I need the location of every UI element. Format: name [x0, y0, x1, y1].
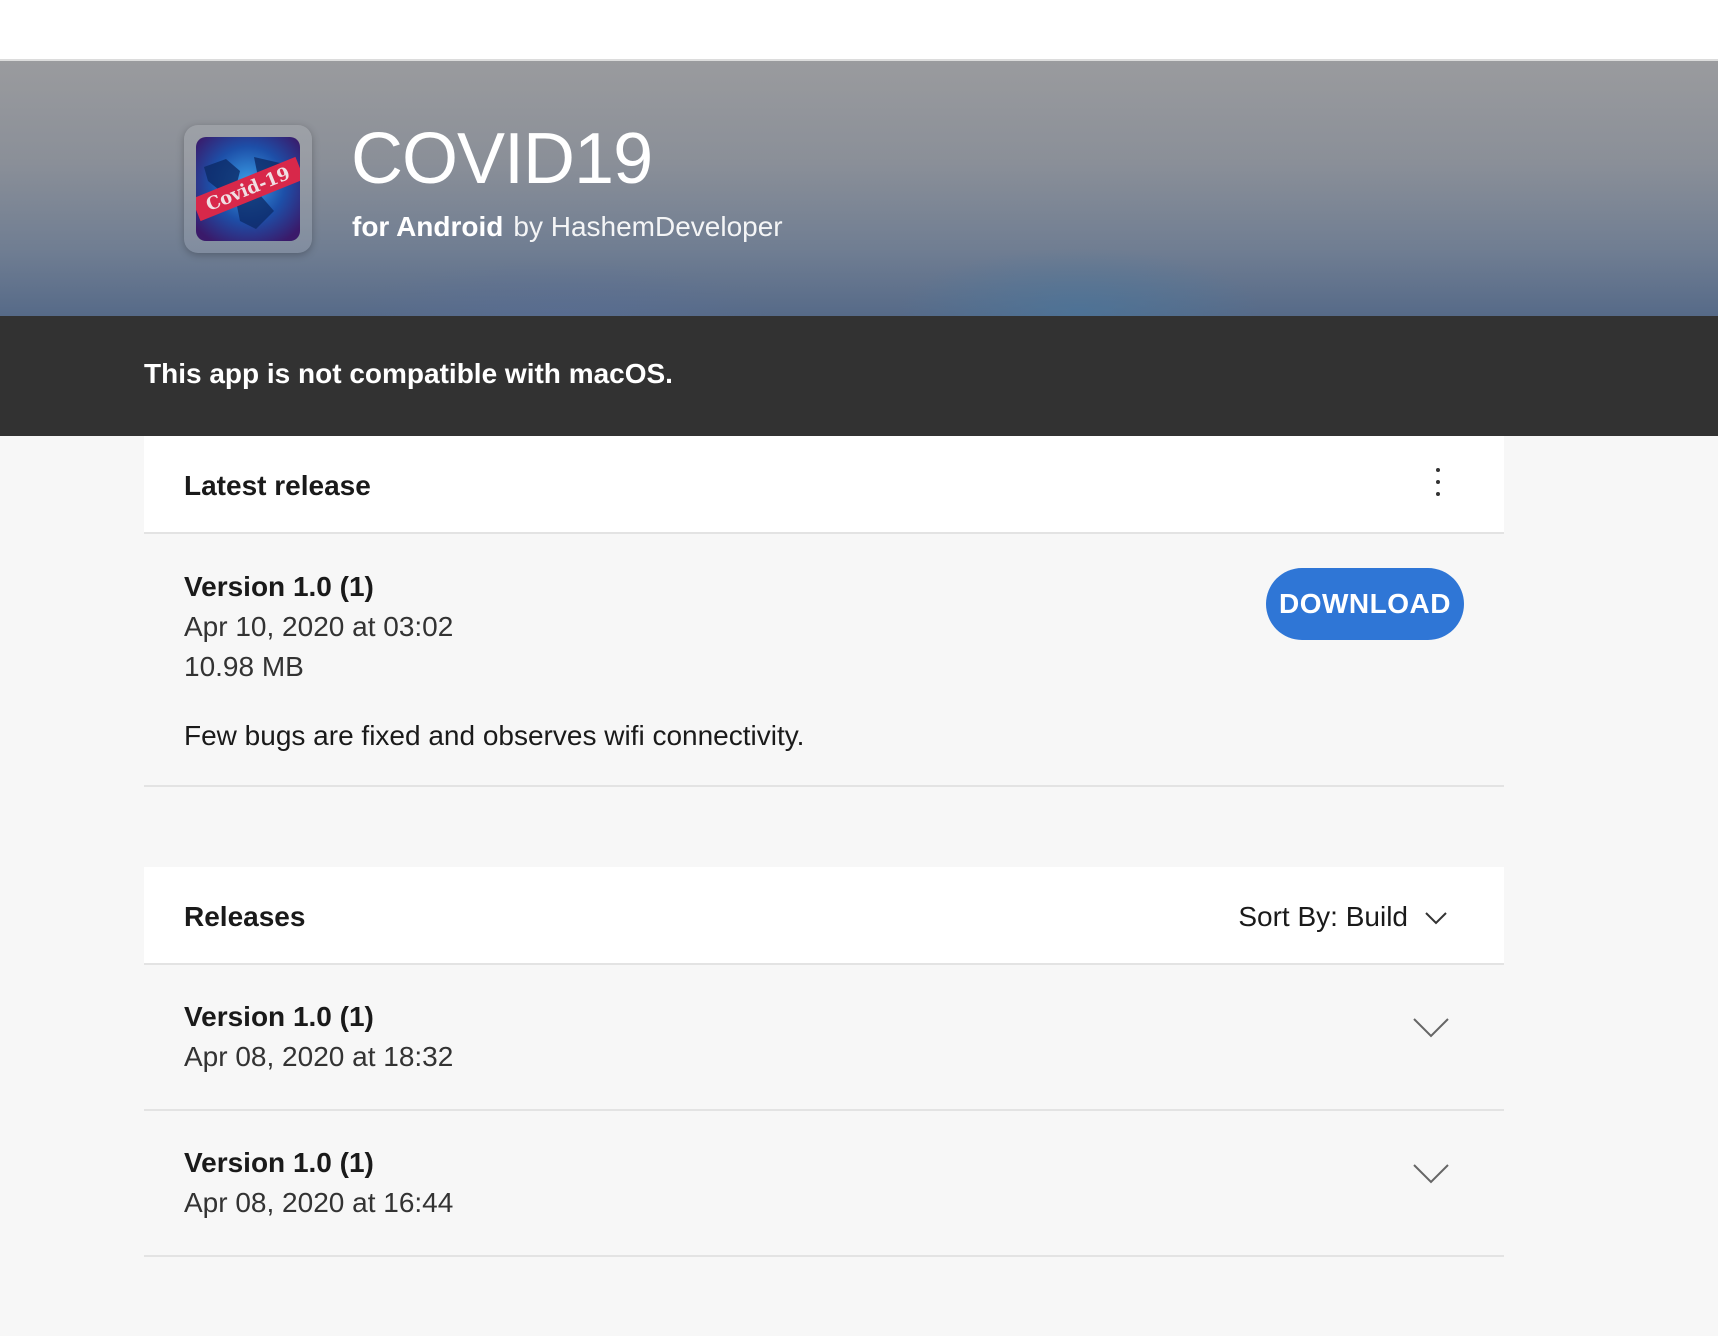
latest-release-body: Version 1.0 (1) Apr 10, 2020 at 03:02 10…: [144, 535, 1504, 787]
compatibility-notice-text: This app is not compatible with macOS.: [144, 358, 673, 389]
latest-release-header: Latest release: [144, 436, 1504, 534]
release-row[interactable]: Version 1.0 (1) Apr 08, 2020 at 18:32: [144, 965, 1504, 1111]
app-author: by HashemDeveloper: [513, 211, 783, 242]
releases-header: Releases Sort By: Build: [144, 867, 1504, 965]
release-row[interactable]: Version 1.0 (1) Apr 08, 2020 at 16:44: [144, 1111, 1504, 1257]
app-title: COVID19: [351, 119, 653, 199]
chevron-down-icon[interactable]: [1412, 1017, 1450, 1039]
app-meta: for Android by HashemDeveloper: [352, 211, 783, 243]
app-platform: for Android: [352, 211, 504, 242]
sort-dropdown[interactable]: Sort By: Build: [1238, 901, 1448, 933]
latest-release-version: Version 1.0 (1): [184, 571, 374, 602]
release-notes: Few bugs are fixed and observes wifi con…: [184, 720, 805, 751]
app-icon-frame: Covid-19: [184, 125, 312, 253]
latest-release-heading: Latest release: [184, 470, 371, 501]
sort-label: Sort By: Build: [1238, 901, 1408, 932]
release-date: Apr 08, 2020 at 18:32: [184, 1041, 454, 1072]
latest-release-date: Apr 10, 2020 at 03:02: [184, 611, 454, 642]
chevron-down-icon[interactable]: [1412, 1163, 1450, 1185]
releases-heading: Releases: [184, 901, 306, 932]
release-date: Apr 08, 2020 at 16:44: [184, 1187, 454, 1218]
top-bar: [0, 0, 1718, 61]
release-version: Version 1.0 (1): [184, 1147, 374, 1178]
compatibility-notice: This app is not compatible with macOS.: [0, 316, 1718, 436]
app-icon: Covid-19: [196, 137, 300, 241]
latest-release-size: 10.98 MB: [184, 651, 304, 682]
app-header: Covid-19 COVID19 for Android by HashemDev…: [0, 61, 1718, 316]
chevron-down-icon: [1425, 912, 1447, 925]
release-version: Version 1.0 (1): [184, 1001, 374, 1032]
download-button[interactable]: DOWNLOAD: [1266, 568, 1464, 640]
more-vertical-icon[interactable]: [1432, 464, 1444, 506]
